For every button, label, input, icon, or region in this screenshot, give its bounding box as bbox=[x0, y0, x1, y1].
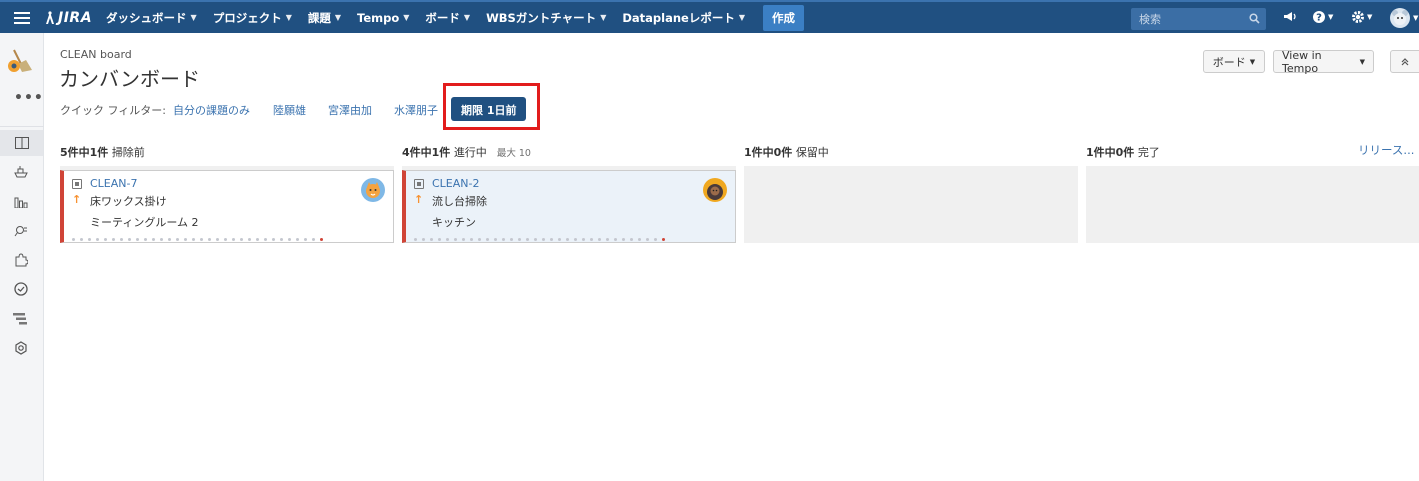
chevron-down-icon: ▼ bbox=[1367, 13, 1373, 21]
column-name: 完了 bbox=[1137, 146, 1160, 159]
board-icon[interactable] bbox=[0, 130, 43, 156]
issue-type-icon bbox=[72, 179, 82, 189]
issues-search-icon[interactable] bbox=[12, 222, 30, 240]
logo-text: JIRA bbox=[58, 9, 93, 26]
quick-filter-user-3[interactable]: 水澤朋子 bbox=[394, 102, 438, 118]
issue-card[interactable]: CLEAN-7 ↑ 床ワックス掛け ミーティングルーム 2 bbox=[60, 170, 394, 243]
sidebar-divider bbox=[0, 126, 44, 127]
board-menu-label: ボード bbox=[1212, 55, 1246, 69]
highlight-annotation-box bbox=[443, 83, 540, 130]
user-avatar[interactable]: ▼ bbox=[1389, 7, 1418, 29]
more-icon[interactable]: ••• bbox=[14, 90, 44, 106]
column-name: 掃除前 bbox=[111, 146, 145, 159]
column-header-done: 1件中0件 完了 bbox=[1086, 144, 1160, 160]
issue-summary: 床ワックス掛け bbox=[90, 195, 167, 208]
column-max-limit: 最大 10 bbox=[496, 148, 531, 159]
nav-projects[interactable]: プロジェクト ▼ bbox=[213, 10, 292, 26]
issue-type-icon bbox=[414, 179, 424, 189]
nav-boards[interactable]: ボード ▼ bbox=[425, 10, 470, 26]
nav-wbs-gantt-label: WBSガントチャート bbox=[486, 10, 597, 25]
days-in-column-dots bbox=[72, 238, 328, 241]
priority-up-arrow-icon: ↑ bbox=[414, 193, 424, 206]
column-count: 5件中1件 bbox=[60, 146, 109, 159]
settings-gear-icon[interactable]: ▼ bbox=[1351, 10, 1372, 24]
reports-icon[interactable] bbox=[12, 193, 30, 211]
chevron-down-icon: ▼ bbox=[285, 13, 292, 22]
help-icon[interactable]: ? ▼ bbox=[1312, 10, 1333, 24]
column-count: 1件中0件 bbox=[1086, 146, 1135, 159]
nav-issues[interactable]: 課題 ▼ bbox=[308, 10, 341, 26]
nav-projects-label: プロジェクト bbox=[212, 10, 282, 25]
create-button[interactable]: 作成 bbox=[762, 4, 804, 31]
chevron-down-icon: ▼ bbox=[738, 13, 745, 22]
chevron-double-up-icon bbox=[1401, 57, 1409, 65]
search-input[interactable]: 検索 bbox=[1131, 8, 1266, 30]
board-title: カンバンボード bbox=[59, 67, 200, 91]
assignee-avatar[interactable] bbox=[361, 178, 385, 202]
chevron-down-icon: ▼ bbox=[190, 13, 197, 22]
chevron-down-icon: ▼ bbox=[600, 13, 607, 22]
chevron-down-icon: ▼ bbox=[1359, 57, 1365, 66]
issue-key[interactable]: CLEAN-2 bbox=[432, 177, 479, 190]
assignee-avatar[interactable] bbox=[703, 178, 727, 202]
priority-up-arrow-icon: ↑ bbox=[72, 193, 82, 206]
nav-wbs-gantt[interactable]: WBSガントチャート ▼ bbox=[486, 10, 606, 26]
days-in-column-dots bbox=[414, 238, 670, 241]
nav-boards-label: ボード bbox=[425, 10, 460, 25]
jira-logo-icon bbox=[46, 10, 54, 24]
release-link[interactable]: リリース... bbox=[1358, 142, 1414, 158]
nav-dashboard-label: ダッシュボード bbox=[106, 10, 187, 25]
top-navigation-bar: JIRA ダッシュボード ▼ プロジェクト ▼ 課題 ▼ Tempo ▼ ボード ▼ WB… bbox=[0, 0, 1419, 33]
nav-tempo-label: Tempo bbox=[357, 10, 400, 25]
project-settings-icon[interactable] bbox=[12, 339, 30, 357]
search-placeholder: 検索 bbox=[1139, 13, 1161, 26]
view-in-tempo-label: View in Tempo bbox=[1282, 48, 1322, 75]
quick-filter-user-1[interactable]: 陸願雄 bbox=[273, 102, 306, 118]
column-header-in-progress: 4件中1件 進行中 最大 10 bbox=[402, 144, 531, 160]
jira-logo[interactable]: JIRA bbox=[44, 10, 92, 26]
quick-filter-my-issues[interactable]: 自分の課題のみ bbox=[173, 102, 250, 118]
quick-filters-label: クイック フィルター: bbox=[60, 104, 166, 117]
nav-dataplane-label: Dataplaneレポート bbox=[622, 10, 735, 25]
nav-dataplane-reports[interactable]: Dataplaneレポート ▼ bbox=[622, 10, 745, 26]
project-name[interactable]: CLEAN board bbox=[60, 48, 132, 61]
issue-extra-field: ミーティングルーム 2 bbox=[90, 216, 199, 229]
board-menu-button[interactable]: ボード ▼ bbox=[1203, 50, 1265, 73]
issue-summary: 流し台掃除 bbox=[432, 195, 487, 208]
column-count: 1件中0件 bbox=[744, 146, 793, 159]
quick-filter-user-2[interactable]: 宮澤由加 bbox=[328, 102, 372, 118]
chevron-down-icon: ▼ bbox=[1249, 57, 1256, 66]
nav-dashboard[interactable]: ダッシュボード ▼ bbox=[106, 10, 197, 26]
svg-text:?: ? bbox=[1316, 13, 1322, 24]
chevron-down-icon: ▼ bbox=[403, 13, 410, 22]
chevron-down-icon: ▼ bbox=[463, 13, 471, 22]
notifications-megaphone-icon[interactable] bbox=[1283, 10, 1297, 23]
column-on-hold bbox=[744, 166, 1078, 243]
nav-issues-label: 課題 bbox=[307, 10, 331, 25]
chevron-down-icon: ▼ bbox=[1413, 14, 1419, 22]
components-puzzle-icon[interactable] bbox=[12, 251, 30, 269]
nav-tempo[interactable]: Tempo ▼ bbox=[357, 11, 409, 25]
menu-icon[interactable] bbox=[0, 2, 44, 33]
issue-key[interactable]: CLEAN-7 bbox=[90, 177, 137, 190]
releases-ship-icon[interactable] bbox=[12, 163, 30, 181]
project-sidebar: ••• bbox=[0, 33, 44, 481]
column-name: 保留中 bbox=[795, 146, 829, 159]
tempo-clock-icon[interactable] bbox=[12, 280, 30, 298]
column-done bbox=[1086, 166, 1419, 243]
gantt-chart-icon[interactable] bbox=[12, 310, 30, 328]
chevron-down-icon: ▼ bbox=[334, 13, 342, 22]
column-name: 進行中 bbox=[453, 146, 487, 159]
column-header-todo: 5件中1件 掃除前 bbox=[60, 144, 145, 160]
project-avatar-broom-icon[interactable] bbox=[6, 46, 36, 76]
column-header-on-hold: 1件中0件 保留中 bbox=[744, 144, 829, 160]
column-count: 4件中1件 bbox=[402, 146, 451, 159]
collapse-header-button[interactable] bbox=[1390, 50, 1419, 73]
issue-card[interactable]: CLEAN-2 ↑ 流し台掃除 キッチン bbox=[402, 170, 736, 243]
view-in-tempo-button[interactable]: View in Tempo ▼ bbox=[1273, 48, 1374, 75]
chevron-down-icon: ▼ bbox=[1328, 13, 1334, 21]
search-icon bbox=[1249, 13, 1260, 24]
issue-extra-field: キッチン bbox=[432, 216, 476, 229]
